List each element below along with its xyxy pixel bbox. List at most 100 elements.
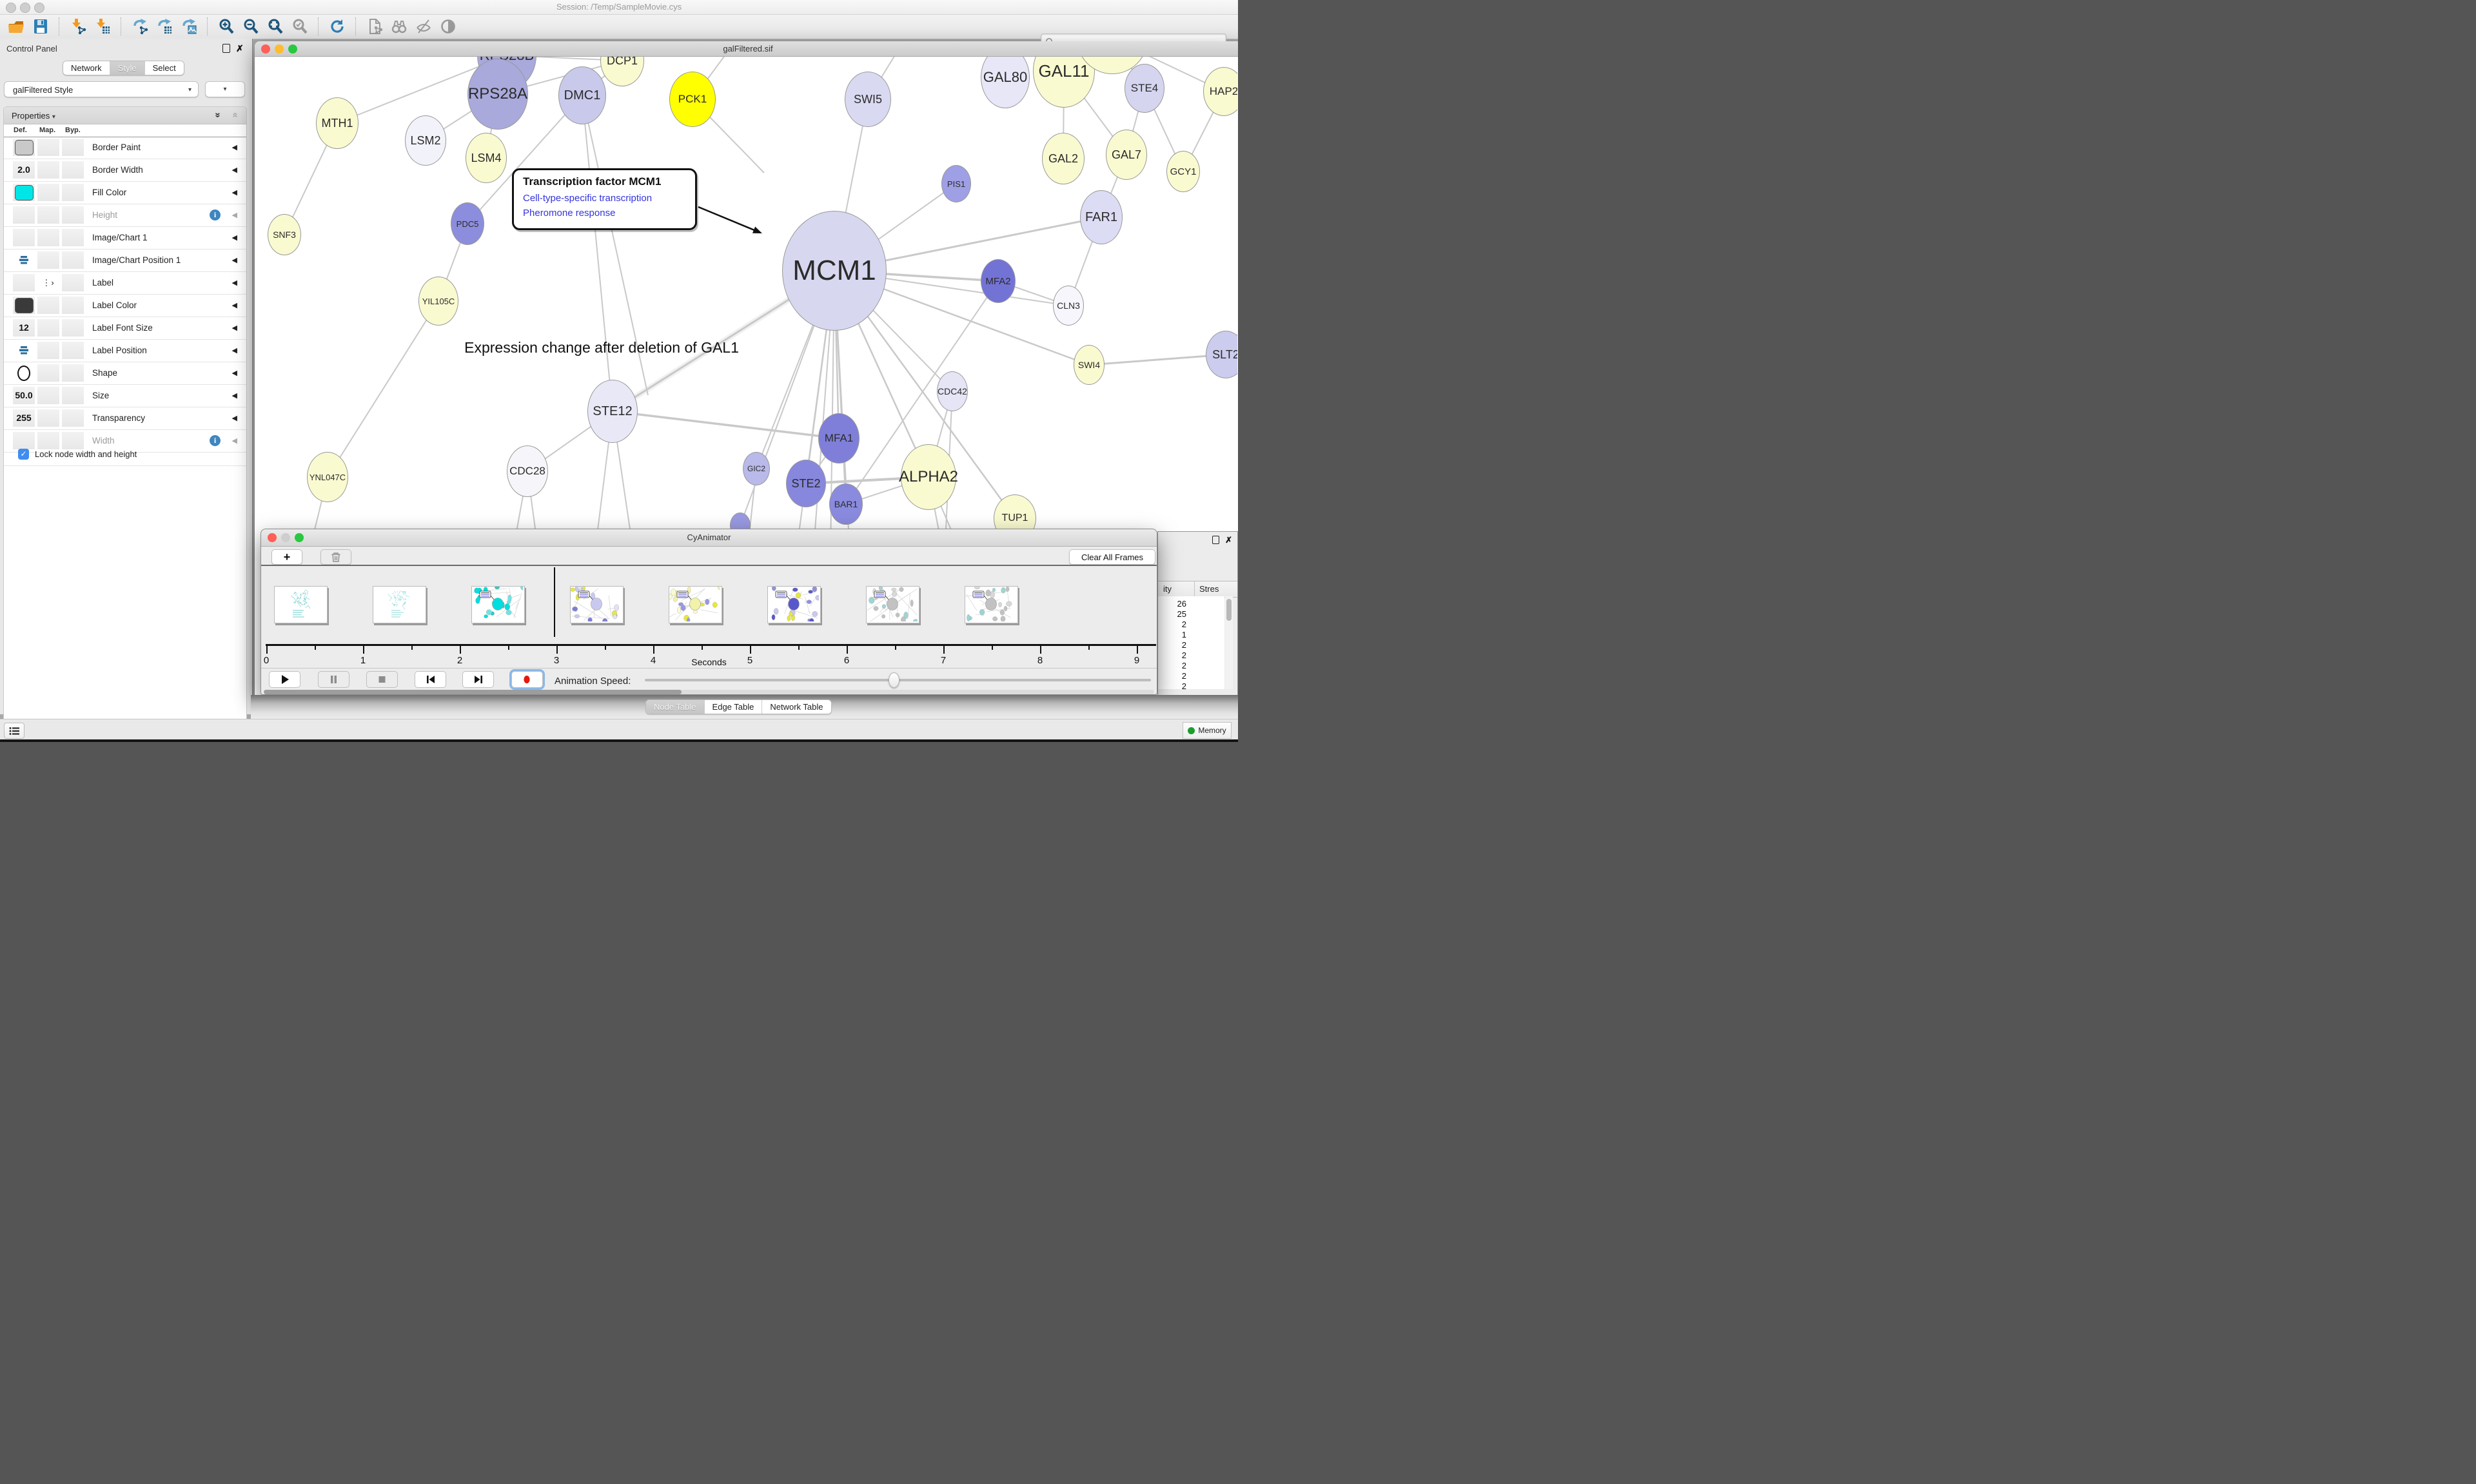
bypass-cell[interactable] xyxy=(62,409,84,427)
bypass-cell[interactable] xyxy=(62,229,84,246)
close-panel-icon[interactable]: ✗ xyxy=(236,44,244,52)
network-node-gal2[interactable]: GAL2 xyxy=(1042,133,1085,184)
tab-edge-table[interactable]: Edge Table xyxy=(705,700,763,714)
table-cell[interactable]: 26 xyxy=(1158,599,1186,609)
zoom-window-icon[interactable] xyxy=(295,533,304,542)
network-node-ste4[interactable]: STE4 xyxy=(1125,64,1164,113)
cyanimator-titlebar[interactable]: CyAnimator xyxy=(261,529,1157,547)
property-row-border-width[interactable]: 2.0Border Width◀ xyxy=(4,159,246,182)
network-node-lsm4[interactable]: LSM4 xyxy=(466,133,507,183)
property-row-height[interactable]: Heighti◀ xyxy=(4,204,246,227)
default-value-cell[interactable] xyxy=(13,139,35,156)
network-node-far1[interactable]: FAR1 xyxy=(1080,190,1123,244)
style-selector[interactable]: galFiltered Style ▾ xyxy=(4,81,199,97)
network-node-cln3[interactable]: CLN3 xyxy=(1053,286,1084,326)
network-node-ste2[interactable]: STE2 xyxy=(786,460,826,507)
import-network-icon[interactable] xyxy=(67,17,89,36)
network-node-mth1[interactable]: MTH1 xyxy=(316,97,359,149)
expand-property-icon[interactable]: ◀ xyxy=(232,211,237,219)
expand-property-icon[interactable]: ◀ xyxy=(232,414,237,422)
expand-property-icon[interactable]: ◀ xyxy=(232,166,237,174)
export-table-icon[interactable] xyxy=(153,17,175,36)
network-node-mfa1[interactable]: MFA1 xyxy=(818,413,860,464)
open-session-icon[interactable] xyxy=(5,17,27,36)
frame-thumbnail-3[interactable] xyxy=(570,586,624,623)
network-node-lsm2[interactable]: LSM2 xyxy=(405,115,446,166)
expand-property-icon[interactable]: ◀ xyxy=(232,369,237,377)
column-header-stress[interactable]: Stres xyxy=(1199,584,1219,594)
bypass-cell[interactable] xyxy=(62,139,84,156)
bypass-cell[interactable] xyxy=(62,251,84,269)
default-value-cell[interactable]: 255 xyxy=(13,409,35,427)
pause-button[interactable] xyxy=(318,671,349,688)
expand-property-icon[interactable]: ◀ xyxy=(232,256,237,264)
scrollbar-thumb[interactable] xyxy=(264,690,682,694)
network-node-snf3[interactable]: SNF3 xyxy=(268,214,301,255)
default-value-cell[interactable] xyxy=(13,364,35,382)
float-panel-icon[interactable] xyxy=(222,44,230,53)
scrollbar-thumb[interactable] xyxy=(1226,599,1232,621)
expand-property-icon[interactable]: ◀ xyxy=(232,301,237,309)
skip-start-button[interactable] xyxy=(415,671,446,688)
network-node-mcm1[interactable]: MCM1 xyxy=(782,211,887,331)
network-node-bar1[interactable]: BAR1 xyxy=(829,483,863,525)
bypass-cell[interactable] xyxy=(62,161,84,179)
mapping-cell[interactable] xyxy=(37,206,59,224)
bypass-cell[interactable] xyxy=(62,184,84,201)
annotation-box[interactable]: Transcription factor MCM1 Cell-type-spec… xyxy=(512,168,697,230)
memory-button[interactable]: Memory xyxy=(1183,722,1232,739)
export-image-icon[interactable] xyxy=(178,17,200,36)
column-header-degree[interactable]: ity xyxy=(1163,584,1172,594)
close-window-icon[interactable] xyxy=(261,44,270,54)
table-cell[interactable]: 2 xyxy=(1158,661,1186,670)
default-value-cell[interactable] xyxy=(13,206,35,224)
mapping-cell[interactable] xyxy=(37,229,59,246)
table-cell[interactable]: 1 xyxy=(1158,630,1186,639)
expand-property-icon[interactable]: ◀ xyxy=(232,143,237,151)
skip-end-button[interactable] xyxy=(462,671,494,688)
zoom-in-icon[interactable] xyxy=(215,17,237,36)
bypass-cell[interactable] xyxy=(62,206,84,224)
close-window-icon[interactable] xyxy=(6,3,16,13)
network-node-pis1[interactable]: PIS1 xyxy=(941,165,971,202)
table-cell[interactable]: 25 xyxy=(1158,609,1186,619)
mapping-cell[interactable] xyxy=(37,139,59,156)
frame-thumbnail-2[interactable] xyxy=(471,586,525,623)
save-session-icon[interactable] xyxy=(30,17,52,36)
expand-property-icon[interactable]: ◀ xyxy=(232,346,237,355)
mapping-cell[interactable] xyxy=(37,297,59,314)
property-row-label[interactable]: ⋮›Label◀ xyxy=(4,272,246,295)
table-cell[interactable]: 2 xyxy=(1158,620,1186,629)
float-panel-icon[interactable] xyxy=(1212,536,1219,544)
table-cell[interactable]: 2 xyxy=(1158,671,1186,681)
network-node-gic2[interactable]: GIC2 xyxy=(743,452,770,485)
frame-thumbnail-7[interactable] xyxy=(965,586,1018,623)
expand-all-icon[interactable]: » xyxy=(212,112,223,117)
bypass-cell[interactable] xyxy=(62,274,84,291)
default-value-cell[interactable]: 2.0 xyxy=(13,161,35,179)
tab-network[interactable]: Network xyxy=(63,61,110,75)
minimize-window-icon[interactable] xyxy=(20,3,30,13)
default-value-cell[interactable] xyxy=(13,342,35,359)
mapping-cell[interactable] xyxy=(37,184,59,201)
default-value-cell[interactable] xyxy=(13,229,35,246)
mapping-cell[interactable] xyxy=(37,409,59,427)
expand-property-icon[interactable]: ◀ xyxy=(232,188,237,197)
expand-property-icon[interactable]: ◀ xyxy=(232,324,237,332)
mapping-cell[interactable] xyxy=(37,161,59,179)
style-options-button[interactable]: ▾ xyxy=(205,81,245,97)
annotation-link[interactable]: Cell-type-specific transcription xyxy=(523,191,695,206)
default-value-cell[interactable]: 50.0 xyxy=(13,387,35,404)
record-button[interactable] xyxy=(511,671,543,688)
bypass-cell[interactable] xyxy=(62,297,84,314)
info-icon[interactable]: i xyxy=(210,210,221,220)
timeline[interactable]: 0123456789 Seconds xyxy=(262,566,1156,668)
mapping-cell[interactable]: ⋮› xyxy=(37,274,59,291)
mapping-cell[interactable] xyxy=(37,364,59,382)
bypass-cell[interactable] xyxy=(62,387,84,404)
frame-thumbnail-0[interactable] xyxy=(274,586,328,623)
property-row-transparency[interactable]: 255Transparency◀ xyxy=(4,407,246,430)
property-row-size[interactable]: 50.0Size◀ xyxy=(4,385,246,407)
tab-network-table[interactable]: Network Table xyxy=(762,700,830,714)
mapping-cell[interactable] xyxy=(37,319,59,337)
